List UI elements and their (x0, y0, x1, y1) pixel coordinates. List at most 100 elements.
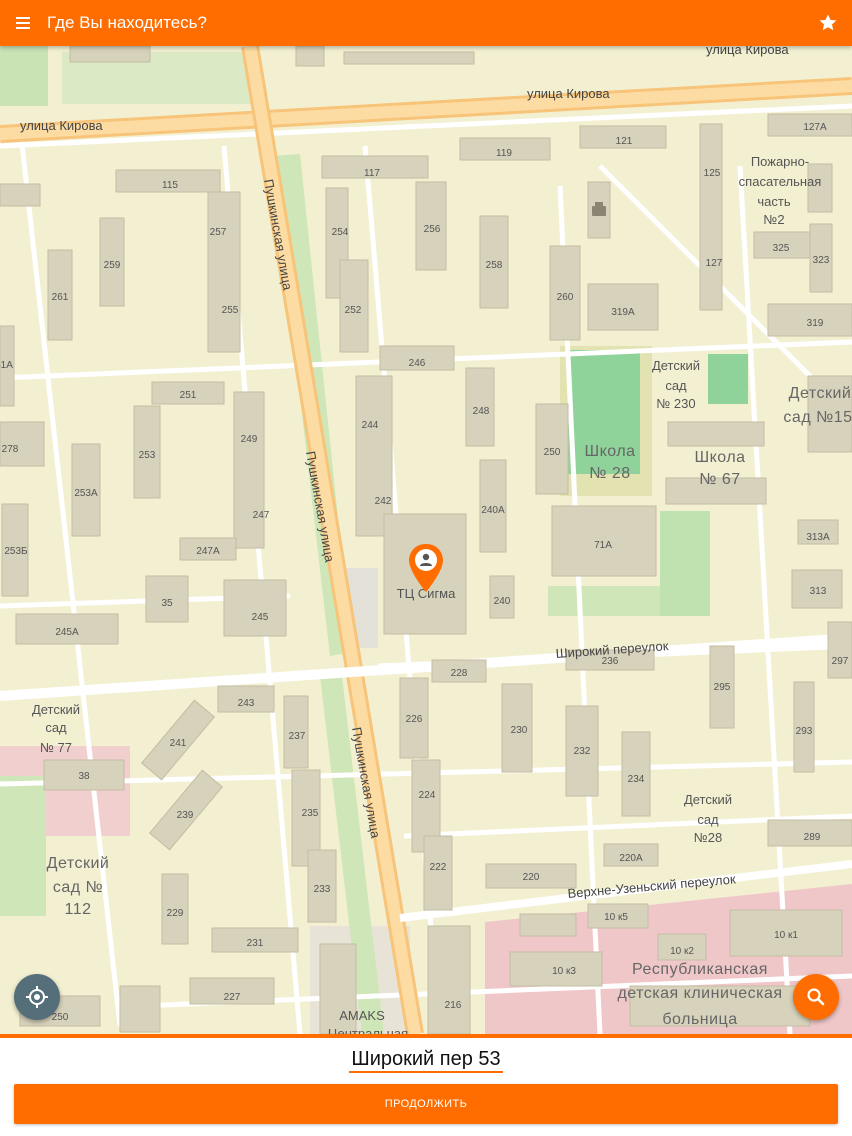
poi-label: Детский (789, 385, 852, 402)
poi-label: Детский (684, 792, 732, 807)
house-number: 235 (302, 808, 319, 819)
hamburger-menu-icon[interactable] (10, 10, 36, 36)
search-icon (807, 988, 825, 1006)
house-number: 61А (0, 360, 13, 371)
house-number: 237 (289, 731, 306, 742)
house-number: 245 (252, 612, 269, 623)
house-number: 259 (104, 260, 121, 271)
bottom-panel: Широкий пер 53 ПРОДОЛЖИТЬ (0, 1034, 852, 1136)
house-number: 243 (238, 698, 255, 709)
house-number: 220 (523, 872, 540, 883)
street-label: улица Кирова (706, 46, 789, 57)
poi-label: сад №15 (783, 409, 852, 426)
poi-label: № 67 (699, 471, 740, 488)
poi-label: Школа (694, 449, 745, 466)
poi-label: Центральная (328, 1026, 408, 1034)
poi-label: Пожарно- (751, 154, 809, 169)
app-bar: Где Вы находитесь? (0, 0, 852, 46)
sports-field (708, 354, 748, 404)
house-number: 313А (806, 532, 830, 543)
house-number: 246 (409, 358, 426, 369)
poi-label: спасательная (739, 174, 822, 189)
poi-label: №28 (694, 830, 722, 845)
house-number: 253Б (4, 546, 28, 557)
address-display: Широкий пер 53 (0, 1046, 852, 1073)
poi-label: № 77 (40, 740, 72, 755)
poi-label: Республиканская (632, 961, 768, 978)
poi-label: детская клиническая (617, 985, 782, 1002)
house-number: 244 (362, 420, 379, 431)
house-number: 10 к2 (670, 946, 694, 957)
poi-label: сад (665, 378, 687, 393)
house-number: 240 (494, 596, 511, 607)
house-number: 216 (445, 1000, 462, 1011)
house-number: 227 (224, 992, 241, 1003)
house-number: 119 (496, 148, 512, 159)
continue-button[interactable]: ПРОДОЛЖИТЬ (14, 1084, 838, 1124)
park-area (660, 511, 710, 616)
house-number: 252 (345, 305, 362, 316)
poi-label: Детский (47, 855, 110, 872)
house-number: 127А (803, 122, 827, 133)
house-number: 222 (430, 862, 447, 873)
my-location-icon (26, 986, 48, 1008)
poi-label: № 28 (589, 465, 630, 482)
house-number: 248 (473, 406, 490, 417)
search-button[interactable] (793, 974, 839, 1020)
house-number: 247А (196, 546, 220, 557)
house-number: 250 (52, 1012, 69, 1023)
house-number: 247 (253, 510, 270, 521)
poi-label: Детский (652, 358, 700, 373)
page-title: Где Вы находитесь? (47, 13, 207, 32)
house-number: 289 (804, 832, 821, 843)
poi-label: Детский (32, 702, 80, 717)
house-number: 234 (628, 774, 645, 785)
house-number: 295 (714, 682, 731, 693)
park-area (548, 586, 660, 616)
park-area (0, 46, 48, 106)
house-number: 245А (55, 627, 79, 638)
house-number: 240А (481, 505, 505, 516)
house-number: 319 (807, 318, 824, 329)
house-number: 10 к3 (552, 966, 576, 977)
address-text: Широкий пер 53 (349, 1048, 503, 1073)
house-number: 241 (170, 738, 187, 749)
park-area (0, 776, 46, 916)
house-number: 319А (611, 307, 635, 318)
house-number: 239 (177, 810, 194, 821)
poi-label: больница (662, 1011, 737, 1028)
house-number: 253А (74, 488, 98, 499)
house-number: 115 (162, 180, 178, 191)
house-number: 231 (247, 938, 264, 949)
house-number: 250 (544, 447, 561, 458)
map-view[interactable]: улица Кирова улица Кирова улица Кирова П… (0, 46, 852, 1034)
house-number: 236 (602, 656, 619, 667)
house-number: 325 (773, 243, 790, 254)
house-number: 251 (180, 390, 197, 401)
my-location-button[interactable] (14, 974, 60, 1020)
map-canvas[interactable]: улица Кирова улица Кирова улица Кирова П… (0, 46, 852, 1034)
house-number: 278 (2, 444, 19, 455)
poi-label: AMAKS (339, 1008, 385, 1023)
house-number: 260 (557, 292, 574, 303)
house-number: 35 (161, 598, 173, 609)
poi-label: №2 (763, 212, 784, 227)
house-number: 254 (332, 227, 349, 238)
house-number: 255 (222, 305, 239, 316)
poi-label: 112 (64, 901, 91, 918)
house-number: 125 (704, 168, 721, 179)
house-number: 293 (796, 726, 813, 737)
house-number: 233 (314, 884, 331, 895)
house-number: 228 (451, 668, 468, 679)
house-number: 121 (616, 136, 633, 147)
poi-label: № 230 (656, 396, 695, 411)
house-number: 220А (619, 853, 643, 864)
house-number: 253 (139, 450, 156, 461)
house-number: 117 (364, 168, 380, 179)
house-number: 229 (167, 908, 184, 919)
star-icon[interactable] (816, 11, 840, 35)
poi-label: Школа (584, 443, 635, 460)
street-label: улица Кирова (527, 86, 610, 101)
house-number: 297 (832, 656, 849, 667)
house-number: 313 (810, 586, 827, 597)
